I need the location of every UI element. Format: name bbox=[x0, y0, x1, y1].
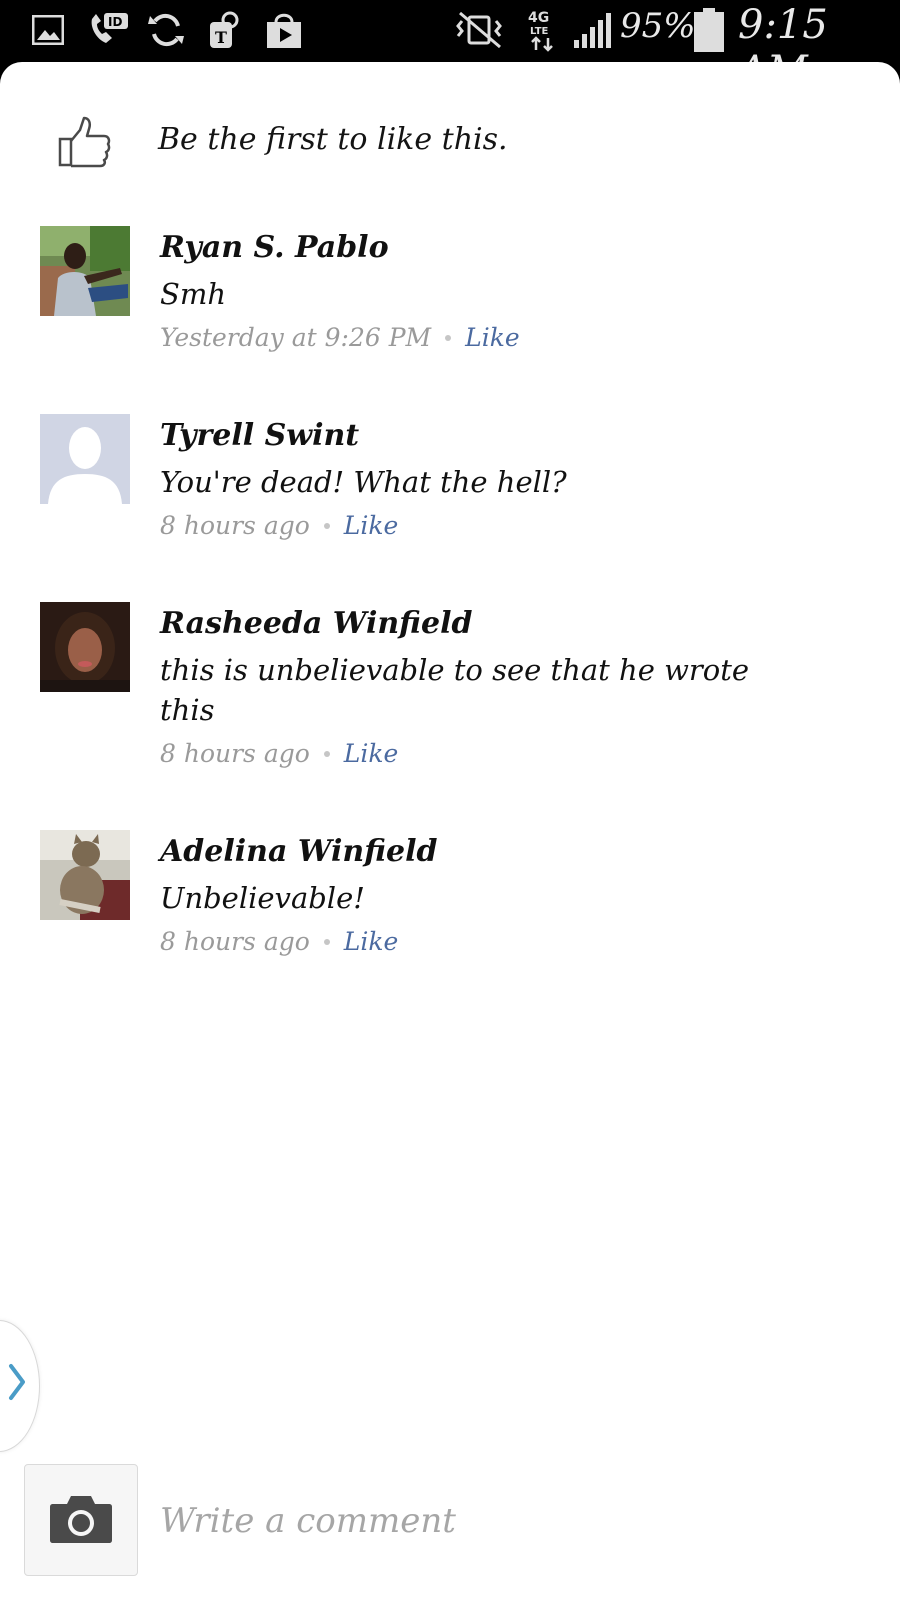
comment-timestamp: Yesterday at 9:26 PM bbox=[160, 323, 432, 352]
comment-body: Ryan S. Pablo Smh Yesterday at 9:26 PM L… bbox=[160, 228, 800, 358]
avatar[interactable] bbox=[40, 602, 130, 692]
play-store-icon bbox=[264, 10, 304, 50]
svg-text:ID: ID bbox=[108, 15, 122, 29]
avatar[interactable] bbox=[40, 414, 130, 504]
commenter-name[interactable]: Rasheeda Winfield bbox=[160, 604, 800, 644]
comment-timestamp: 8 hours ago bbox=[160, 927, 310, 956]
avatar[interactable] bbox=[40, 226, 130, 316]
like-link[interactable]: Like bbox=[465, 318, 520, 358]
commenter-name[interactable]: Ryan S. Pablo bbox=[160, 228, 800, 268]
comment-meta: 8 hours ago Like bbox=[160, 922, 800, 962]
comment-text: Unbelievable! bbox=[160, 881, 365, 915]
thumbs-up-icon bbox=[56, 114, 112, 170]
comment-meta: Yesterday at 9:26 PM Like bbox=[160, 318, 800, 358]
separator-dot bbox=[445, 335, 452, 341]
comment-item: Tyrell Swint You're dead! What the hell?… bbox=[0, 414, 900, 564]
separator-dot bbox=[323, 751, 330, 757]
sync-icon bbox=[146, 10, 186, 50]
comments-panel: Be the first to like this. Ryan S. Pablo… bbox=[0, 62, 900, 1600]
comment-item: Adelina Winfield Unbelievable! 8 hours a… bbox=[0, 830, 900, 980]
avatar[interactable] bbox=[40, 830, 130, 920]
like-link[interactable]: Like bbox=[344, 506, 399, 546]
likes-summary: Be the first to like this. bbox=[0, 114, 900, 194]
caller-id-icon: ID bbox=[86, 10, 130, 50]
like-link[interactable]: Like bbox=[344, 922, 399, 962]
commenter-name[interactable]: Tyrell Swint bbox=[160, 416, 800, 456]
comment-item: Rasheeda Winfield this is unbelievable t… bbox=[0, 602, 900, 792]
mute-vibrate-icon bbox=[452, 10, 506, 50]
comment-body: Adelina Winfield Unbelievable! 8 hours a… bbox=[160, 832, 800, 962]
chevron-right-icon[interactable] bbox=[8, 1362, 26, 1402]
likes-text: Be the first to like this. bbox=[158, 122, 508, 157]
separator-dot bbox=[323, 939, 330, 945]
comment-meta: 8 hours ago Like bbox=[160, 506, 800, 546]
comment-body: Tyrell Swint You're dead! What the hell?… bbox=[160, 416, 800, 546]
svg-text:4G: 4G bbox=[528, 10, 549, 26]
comment-text: Smh bbox=[160, 277, 227, 311]
comment-meta: 8 hours ago Like bbox=[160, 734, 800, 774]
svg-text:T: T bbox=[215, 28, 227, 47]
gallery-icon bbox=[30, 10, 66, 50]
4g-lte-icon: 4G LTE bbox=[524, 10, 564, 52]
comment-timestamp: 8 hours ago bbox=[160, 739, 310, 768]
signal-icon bbox=[572, 10, 614, 50]
commenter-name[interactable]: Adelina Winfield bbox=[160, 832, 800, 872]
comment-text: this is unbelievable to see that he wrot… bbox=[160, 653, 750, 727]
battery-icon bbox=[692, 8, 726, 52]
t-mobile-icon: T bbox=[206, 10, 246, 50]
comment-text: You're dead! What the hell? bbox=[160, 465, 567, 499]
comment-timestamp: 8 hours ago bbox=[160, 511, 310, 540]
battery-percent: 95% bbox=[620, 6, 696, 46]
separator-dot bbox=[323, 523, 330, 529]
camera-icon bbox=[49, 1492, 113, 1548]
comment-input[interactable] bbox=[158, 1490, 862, 1552]
camera-button[interactable] bbox=[24, 1464, 138, 1576]
comment-body: Rasheeda Winfield this is unbelievable t… bbox=[160, 604, 800, 774]
svg-text:LTE: LTE bbox=[530, 26, 549, 37]
comment-item: Ryan S. Pablo Smh Yesterday at 9:26 PM L… bbox=[0, 226, 900, 376]
status-bar: ID T 4GLTE 95% 9:15 AM bbox=[0, 0, 900, 94]
like-link[interactable]: Like bbox=[344, 734, 399, 774]
